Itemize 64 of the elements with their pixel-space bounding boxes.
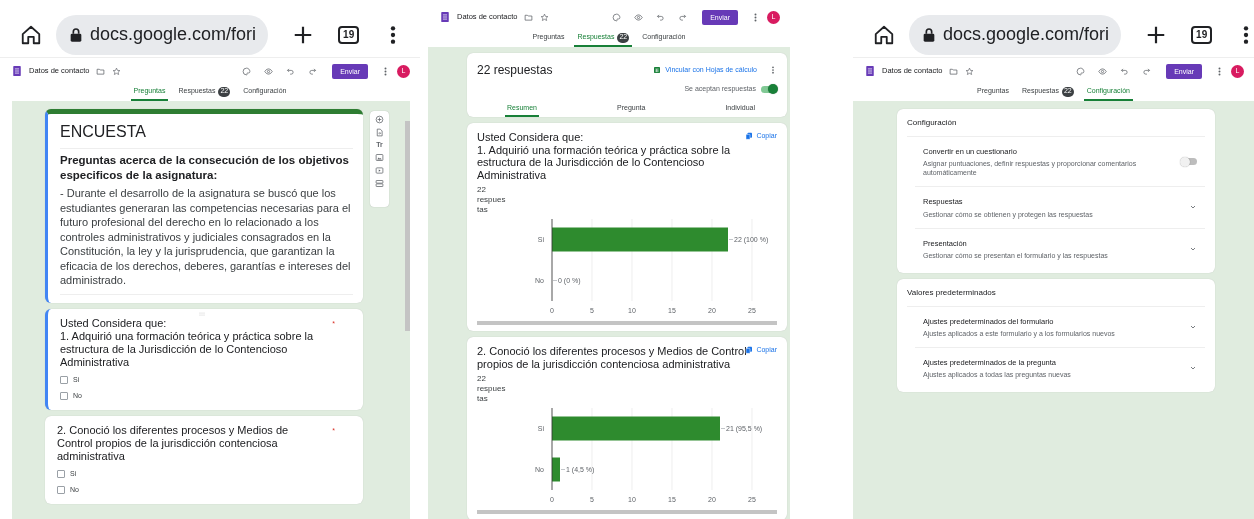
eye-icon[interactable] xyxy=(264,66,274,76)
add-circle-icon[interactable] xyxy=(375,115,384,124)
question-text: Usted Considera que: 1. Adquirió una formación teórica y práctica sobre la estructura de la Jurisdicción de lo Contencioso Administrativa xyxy=(477,131,732,181)
form-header-card[interactable] xyxy=(45,109,363,303)
undo-icon[interactable] xyxy=(1120,66,1130,76)
section-title: Configuración xyxy=(907,117,1205,137)
video-icon[interactable] xyxy=(375,166,384,175)
undo-icon[interactable] xyxy=(656,12,666,22)
question-text: Usted Considera que: 1. Adquirió una formación teórica y práctica sobre la estructura de la Jurisdicción de lo Contencioso Administrativa xyxy=(60,316,315,369)
section-icon[interactable] xyxy=(375,179,384,188)
star-icon[interactable] xyxy=(112,66,122,76)
section-subtitle: Preguntas acerca de la consecución de los objetivos especificos de la asignatura: xyxy=(60,153,350,183)
response-count: 22 respuestas xyxy=(477,62,554,79)
folder-icon[interactable] xyxy=(96,66,106,76)
leader-line xyxy=(728,239,734,240)
image-icon[interactable] xyxy=(375,153,384,162)
palette-icon[interactable] xyxy=(242,66,252,76)
question-text: 2. Conoció los diferentes procesos y Medios de Control propios de la jurisdicción contenciosa administrativa xyxy=(57,423,290,463)
palette-icon[interactable] xyxy=(1076,66,1086,76)
star-icon[interactable] xyxy=(540,12,550,22)
form-description: - Durante el desarrollo de la asignatura se buscó que los estudiantes generaran las competencias necesarias para el futuro profesional del derecho en lo relacionado a los controles administrativos y judiciales consagrados en la Constitución, la ley y la jurisprudencia, que garantizan la eficacia de los derechos, deberes, garantías e intereses del administrado. xyxy=(60,186,353,295)
undo-icon[interactable] xyxy=(286,66,296,76)
tab-switcher-button[interactable]: 19 xyxy=(338,25,360,44)
checkbox[interactable] xyxy=(57,486,65,495)
sheet-icon xyxy=(653,66,662,74)
home-icon[interactable] xyxy=(873,23,895,46)
checkbox[interactable] xyxy=(57,469,65,478)
star-icon[interactable] xyxy=(965,66,975,76)
palette-icon[interactable] xyxy=(612,12,622,22)
checkbox[interactable] xyxy=(60,392,68,401)
scrollbar[interactable] xyxy=(405,121,410,331)
toggle-switch[interactable] xyxy=(1181,158,1197,166)
address-bar[interactable]: docs.google.com/fori xyxy=(909,14,1122,55)
eye-icon[interactable] xyxy=(1098,66,1108,76)
copy-icon xyxy=(745,346,754,355)
section-title: Valores predeterminados xyxy=(907,286,1205,307)
response-count: 22 respuestas xyxy=(477,374,506,404)
address-bar[interactable]: docs.google.com/fori xyxy=(56,14,269,55)
form-icon[interactable] xyxy=(440,10,450,24)
leader-line xyxy=(720,428,726,429)
checkbox[interactable] xyxy=(60,375,68,384)
leader-line xyxy=(560,469,566,470)
eye-icon[interactable] xyxy=(634,12,644,22)
bar xyxy=(552,457,560,482)
form-icon[interactable] xyxy=(865,64,875,78)
toggle-switch[interactable] xyxy=(761,85,777,93)
import-file-icon[interactable] xyxy=(375,128,384,137)
folder-icon[interactable] xyxy=(949,66,959,76)
form-heading: ENCUESTA xyxy=(60,120,353,149)
leader-line xyxy=(552,280,558,281)
folder-icon[interactable] xyxy=(524,12,534,22)
form-icon[interactable] xyxy=(12,64,22,78)
lock-icon xyxy=(921,26,937,43)
copy-icon xyxy=(745,132,754,141)
lock-icon xyxy=(68,26,84,43)
scrollbar[interactable] xyxy=(477,510,777,514)
redo-icon[interactable] xyxy=(308,66,318,76)
home-icon[interactable] xyxy=(20,23,42,46)
tab-switcher-button[interactable]: 19 xyxy=(1191,25,1213,44)
response-count: 22 respuestas xyxy=(477,185,506,215)
redo-icon[interactable] xyxy=(1142,66,1152,76)
redo-icon[interactable] xyxy=(678,12,688,22)
scrollbar[interactable] xyxy=(477,321,777,325)
question-text: 2. Conoció los diferentes procesos y Medios de Control propios de la jurisdicción contenciosa administrativa xyxy=(477,345,747,370)
